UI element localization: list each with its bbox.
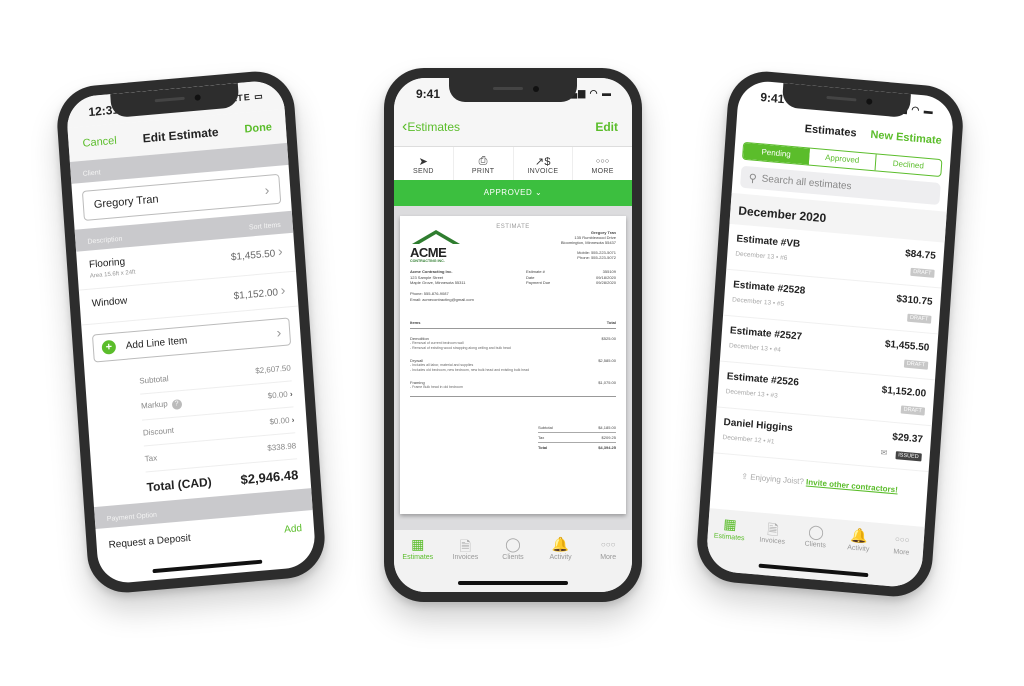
mail-icon: ✉ xyxy=(880,447,888,458)
house-roof-icon xyxy=(412,230,460,244)
chevron-down-icon: ⌄ xyxy=(535,188,543,197)
company-and-meta: Acme Contracting Inc. 123 Sample Street … xyxy=(410,269,616,302)
add-line-item-label: Add Line Item xyxy=(125,334,188,352)
tab-estimates[interactable]: ▦ Estimates xyxy=(705,514,752,574)
estimate-meta: Estimate #355109 Date 09/18/2020 Payment … xyxy=(526,269,616,285)
items-header: Items Total xyxy=(410,320,616,329)
new-estimate-button[interactable]: New Estimate xyxy=(870,129,942,147)
summary: Subtotal $2,607.50 Markup? $0.00 › Discoun… xyxy=(138,355,299,502)
status-badge: DRAFT xyxy=(903,359,929,370)
status-badge: DRAFT xyxy=(909,267,935,278)
status-badge: DRAFT xyxy=(900,405,926,416)
home-indicator xyxy=(152,559,263,574)
company-logo: ACME CONTRACTING INC. xyxy=(410,230,470,263)
tab-estimates[interactable]: ▦ Estimates xyxy=(394,536,442,592)
estimate-document: ESTIMATE ACME CONTRACTING INC. Gregory T… xyxy=(400,216,626,514)
chevron-right-icon: › xyxy=(276,324,282,341)
line-item-name: Flooring xyxy=(88,256,126,271)
more-button[interactable]: ○○○ MORE xyxy=(573,147,632,180)
search-icon: ⚲ xyxy=(748,171,758,185)
send-icon: ➤ xyxy=(418,156,429,168)
more-icon: ○○○ xyxy=(894,534,910,545)
phone-edit-estimate: 12:31 ▂▄▆ LTE ▭ Cancel Edit Estimate Don… xyxy=(54,68,328,596)
tab-more[interactable]: ○○○ More xyxy=(877,529,924,589)
plus-circle-icon: + xyxy=(101,339,117,355)
more-icon: ○○○ xyxy=(595,158,610,165)
more-icon: ○○○ xyxy=(600,540,616,549)
segment-approved[interactable]: Approved xyxy=(809,148,877,171)
chevron-right-icon: › xyxy=(277,242,284,260)
add-deposit-button[interactable]: Add xyxy=(284,523,302,536)
edit-button[interactable]: Edit xyxy=(595,120,618,134)
document-item: Framing - Frame Bulk head in old bedroom … xyxy=(410,380,616,389)
print-icon: ⎙ xyxy=(478,155,488,167)
status-badge: ISSUED xyxy=(894,451,922,462)
line-item-amount: $1,152.00 xyxy=(233,287,279,303)
screen: 12:31 ▂▄▆ LTE ▭ Cancel Edit Estimate Don… xyxy=(65,79,317,585)
document-item: Demolition - Removal of current bedroom w… xyxy=(410,336,616,350)
line-item-detail: Area 15.6ft x 24ft xyxy=(89,269,136,280)
page-title: Edit Estimate xyxy=(142,124,219,146)
add-line-item-button[interactable]: + Add Line Item › xyxy=(91,317,292,363)
home-indicator xyxy=(458,581,568,585)
status-dropdown[interactable]: APPROVED ⌄ xyxy=(394,180,632,206)
help-icon[interactable]: ? xyxy=(171,399,183,410)
document-header: ACME CONTRACTING INC. Gregory Tran 135 R… xyxy=(410,230,616,263)
notch xyxy=(449,78,577,102)
document-item: Drywall - Includes all labor, material an… xyxy=(410,358,616,372)
print-button[interactable]: ⎙ PRINT xyxy=(454,147,514,180)
status-time: 9:41 xyxy=(759,90,785,107)
screen: 9:41 ▂▄▆ ◠ ▬ Estimates New Estimate Pend… xyxy=(705,79,955,589)
document-totals: Subtotal $4,185.00 Tax $209.25 Total $4,394… xyxy=(538,425,616,450)
search-placeholder: Search all estimates xyxy=(761,172,852,192)
status-time: 9:41 xyxy=(416,87,441,101)
invoices-icon: 🗎 xyxy=(459,538,472,554)
tab-bar: ▦ Estimates 🗎 Invoices ◯ Clients 🔔 Activity … xyxy=(705,508,925,589)
phone-estimates-list: 9:41 ▂▄▆ ◠ ▬ Estimates New Estimate Pend… xyxy=(694,68,966,600)
cancel-button[interactable]: Cancel xyxy=(82,135,117,150)
line-item-amount: $1,455.50 xyxy=(230,248,276,264)
back-button[interactable]: ‹Estimates xyxy=(402,118,460,136)
done-button[interactable]: Done xyxy=(244,121,272,135)
screen: 9:41 ▂▄▆ ◠ ▬ ‹Estimates Edit ➤ SEND ⎙ PRIN… xyxy=(394,78,632,592)
status-badge: DRAFT xyxy=(906,313,932,324)
line-item-name: Window xyxy=(91,295,128,310)
invoices-icon: 🗎 xyxy=(766,521,780,539)
send-button[interactable]: ➤ SEND xyxy=(394,147,454,180)
clients-icon: ◯ xyxy=(807,522,825,541)
deposit-label: Request a Deposit xyxy=(108,532,192,551)
invite-link[interactable]: Invite other contractors! xyxy=(806,477,898,494)
invoice-button[interactable]: ↗$ INVOICE xyxy=(514,147,574,180)
share-icon: ⇪ xyxy=(741,471,749,482)
invite-banner: ⇪ Enjoying Joist? Invite other contracto… xyxy=(741,471,899,495)
company-info: Acme Contracting Inc. 123 Sample Street … xyxy=(410,269,474,302)
phone-estimate-preview: 9:41 ▂▄▆ ◠ ▬ ‹Estimates Edit ➤ SEND ⎙ PRIN… xyxy=(384,68,642,602)
clients-icon: ◯ xyxy=(505,536,521,552)
divider xyxy=(410,396,616,397)
action-toolbar: ➤ SEND ⎙ PRINT ↗$ INVOICE ○○○ MORE xyxy=(394,146,632,180)
client-info: Gregory Tran 135 Rumblewood Drive Bloomi… xyxy=(560,230,616,260)
page-title: Estimates xyxy=(804,123,857,140)
activity-icon: 🔔 xyxy=(551,536,570,552)
segment-declined[interactable]: Declined xyxy=(875,154,941,176)
chevron-right-icon: › xyxy=(264,181,270,199)
nav-bar: ‹Estimates Edit xyxy=(394,108,632,146)
sort-items-button[interactable]: Sort Items xyxy=(249,222,281,232)
activity-icon: 🔔 xyxy=(849,526,869,545)
tab-more[interactable]: ○○○ More xyxy=(584,536,632,592)
chevron-right-icon: › xyxy=(280,281,286,299)
invoice-icon: ↗$ xyxy=(534,156,551,168)
estimates-icon: ▦ xyxy=(411,536,425,552)
client-name: Gregory Tran xyxy=(93,193,159,211)
segment-pending[interactable]: Pending xyxy=(743,142,811,165)
